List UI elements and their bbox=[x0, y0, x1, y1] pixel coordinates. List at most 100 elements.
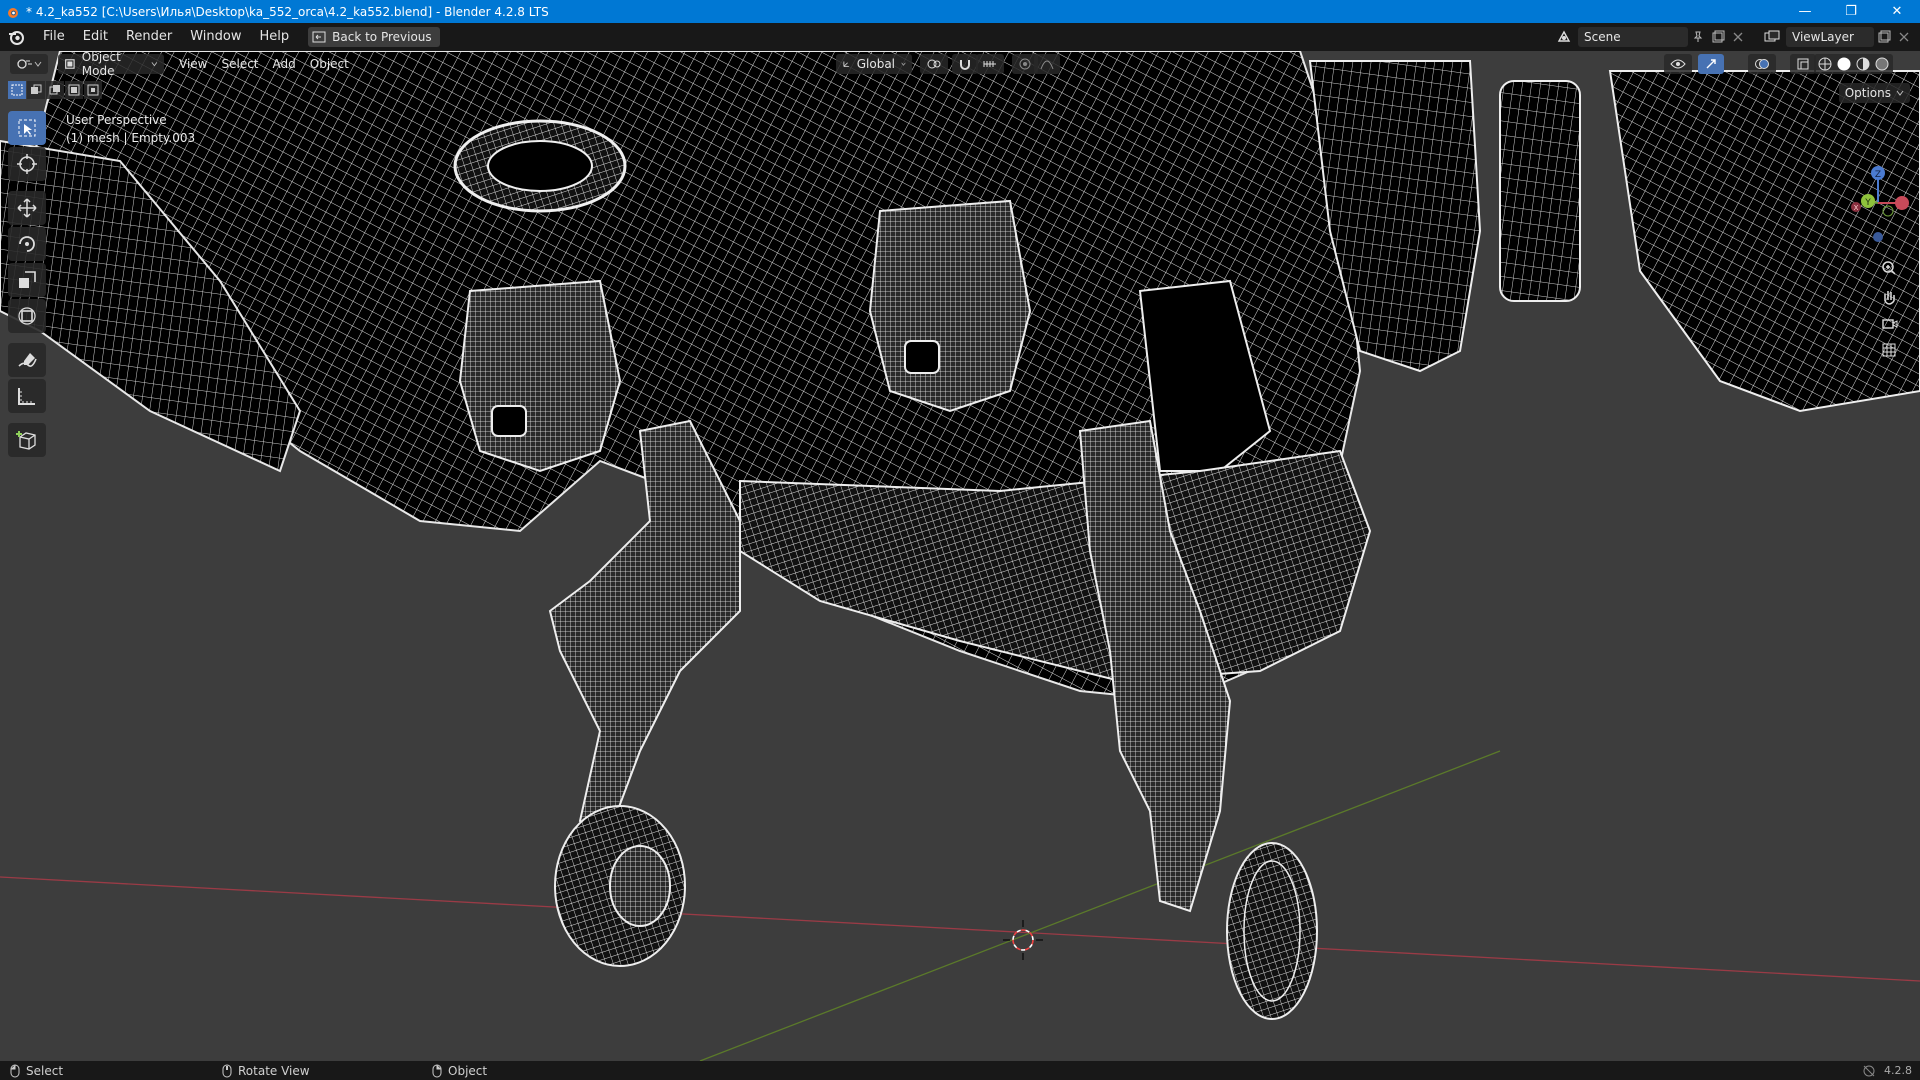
select-set-icon bbox=[11, 84, 23, 96]
new-scene-icon[interactable] bbox=[1708, 27, 1728, 47]
perspective-label: User Perspective bbox=[66, 113, 167, 127]
viewlayer-selector-icon[interactable] bbox=[1762, 27, 1782, 47]
select-intersect-button[interactable] bbox=[84, 81, 102, 99]
annotate-tool[interactable] bbox=[8, 343, 46, 377]
scene-name: Scene bbox=[1584, 30, 1621, 44]
mouse-right-icon bbox=[432, 1064, 442, 1077]
viewport-menu-object[interactable]: Object bbox=[303, 57, 356, 71]
solid-shading-icon[interactable] bbox=[1836, 56, 1852, 72]
x-axis-line bbox=[0, 876, 1920, 982]
select-extend-button[interactable] bbox=[27, 81, 45, 99]
annotate-icon bbox=[18, 353, 37, 367]
delete-viewlayer-icon[interactable] bbox=[1894, 27, 1914, 47]
menu-window[interactable]: Window bbox=[181, 23, 250, 51]
select-subtract-button[interactable] bbox=[46, 81, 64, 99]
measure-tool[interactable] bbox=[8, 379, 46, 413]
select-subtract-icon bbox=[49, 85, 60, 95]
viewport-menu-add[interactable]: Add bbox=[266, 57, 303, 71]
scene-selector-icon[interactable] bbox=[1554, 27, 1574, 47]
pivot-point-icon bbox=[927, 59, 941, 69]
chevron-down-icon bbox=[1896, 90, 1904, 96]
wireframe-shading-icon[interactable] bbox=[1817, 56, 1833, 72]
status-rotate-label: Rotate View bbox=[238, 1063, 310, 1078]
delete-scene-icon[interactable] bbox=[1728, 27, 1748, 47]
snap-target-button[interactable] bbox=[976, 54, 1004, 74]
chevron-down-icon bbox=[151, 62, 158, 67]
status-bar: Select Rotate View Object 4.2.8 bbox=[0, 1061, 1920, 1080]
gizmo-z-label: Z bbox=[1875, 170, 1881, 180]
left-gear-strut bbox=[548, 419, 741, 833]
3d-cursor bbox=[1003, 920, 1043, 960]
gizmo-x-axis bbox=[1895, 196, 1909, 210]
rotate-icon bbox=[19, 236, 35, 252]
pivot-point-button[interactable] bbox=[920, 54, 948, 74]
select-box-icon bbox=[18, 119, 36, 137]
orientation-global-icon bbox=[843, 61, 849, 67]
back-to-previous-button[interactable]: Back to Previous bbox=[308, 27, 440, 47]
new-viewlayer-icon[interactable] bbox=[1874, 27, 1894, 47]
menu-render[interactable]: Render bbox=[117, 23, 181, 51]
xray-toggle-button[interactable] bbox=[1790, 54, 1816, 74]
select-invert-icon bbox=[68, 84, 80, 96]
viewlayer-field[interactable]: ViewLayer bbox=[1786, 27, 1874, 47]
snap-toggle-button[interactable] bbox=[952, 54, 978, 74]
select-new-button[interactable] bbox=[8, 81, 26, 99]
3d-viewport[interactable]: Object Mode View Select Add Object Globa… bbox=[0, 51, 1920, 1061]
close-button[interactable]: ✕ bbox=[1874, 0, 1920, 23]
maximize-button[interactable]: ❐ bbox=[1828, 0, 1874, 23]
version-info: 4.2.8 bbox=[1862, 1061, 1912, 1080]
menu-help[interactable]: Help bbox=[251, 23, 299, 51]
scene-field[interactable]: Scene bbox=[1578, 27, 1688, 47]
select-invert-button[interactable] bbox=[65, 81, 83, 99]
proportional-edit-icon bbox=[1019, 58, 1031, 70]
menu-file[interactable]: File bbox=[34, 23, 74, 51]
editor-type-button[interactable] bbox=[10, 54, 48, 74]
transform-tool[interactable] bbox=[8, 299, 46, 333]
add-cube-icon bbox=[16, 431, 36, 450]
minimize-button[interactable]: — bbox=[1782, 0, 1828, 23]
3d-viewport-icon bbox=[17, 59, 32, 69]
navigation-gizmo[interactable]: Z Y X bbox=[1830, 111, 1920, 371]
transform-orientation-dropdown[interactable]: Global bbox=[836, 54, 912, 74]
tool-shelf bbox=[8, 111, 46, 457]
status-object-hint: Object bbox=[432, 1061, 487, 1080]
cursor-tool[interactable] bbox=[8, 147, 46, 181]
falloff-curve-icon bbox=[1040, 60, 1054, 70]
visibility-button[interactable] bbox=[1664, 54, 1692, 74]
move-tool[interactable] bbox=[8, 191, 46, 225]
pin-scene-icon[interactable] bbox=[1688, 27, 1708, 47]
overlays-icon bbox=[1755, 59, 1769, 69]
pan-hand-icon bbox=[1884, 291, 1895, 305]
status-select-hint: Select bbox=[10, 1061, 63, 1080]
blender-app-icon bbox=[8, 7, 18, 18]
blender-logo-icon[interactable] bbox=[6, 26, 28, 48]
gizmo-toggle-button[interactable] bbox=[1698, 54, 1724, 74]
viewport-menu-select[interactable]: Select bbox=[214, 57, 265, 71]
selection-mode-group bbox=[8, 81, 102, 99]
select-intersect-icon bbox=[87, 84, 99, 96]
object-mode-dropdown[interactable]: Object Mode bbox=[58, 51, 164, 78]
active-object-info: (1) mesh | Empty.003 bbox=[66, 131, 196, 145]
helicopter-wireframe-scene[interactable] bbox=[0, 51, 1920, 1061]
options-dropdown[interactable]: Options bbox=[1838, 83, 1910, 103]
material-preview-icon[interactable] bbox=[1855, 56, 1871, 72]
rendered-shading-icon[interactable] bbox=[1874, 56, 1890, 72]
scale-icon bbox=[19, 271, 36, 288]
object-mode-icon bbox=[65, 59, 75, 69]
falloff-button[interactable] bbox=[1034, 54, 1060, 74]
add-cube-tool[interactable] bbox=[8, 423, 46, 457]
transform-icon bbox=[18, 307, 36, 325]
gizmo-x-label: X bbox=[1854, 204, 1859, 212]
center-sensor-turret bbox=[868, 199, 1032, 413]
viewport-menu-view[interactable]: View bbox=[172, 57, 214, 71]
select-box-tool[interactable] bbox=[8, 111, 46, 145]
status-rotate-hint: Rotate View bbox=[222, 1061, 310, 1080]
gizmo-neg-y-axis bbox=[1882, 205, 1894, 217]
scale-tool[interactable] bbox=[8, 263, 46, 297]
status-object-label: Object bbox=[448, 1063, 488, 1078]
rotate-tool[interactable] bbox=[8, 227, 46, 261]
hatch-opening bbox=[487, 140, 593, 192]
menu-edit[interactable]: Edit bbox=[74, 23, 117, 51]
overlays-toggle-button[interactable] bbox=[1748, 54, 1776, 74]
move-icon bbox=[17, 198, 37, 218]
